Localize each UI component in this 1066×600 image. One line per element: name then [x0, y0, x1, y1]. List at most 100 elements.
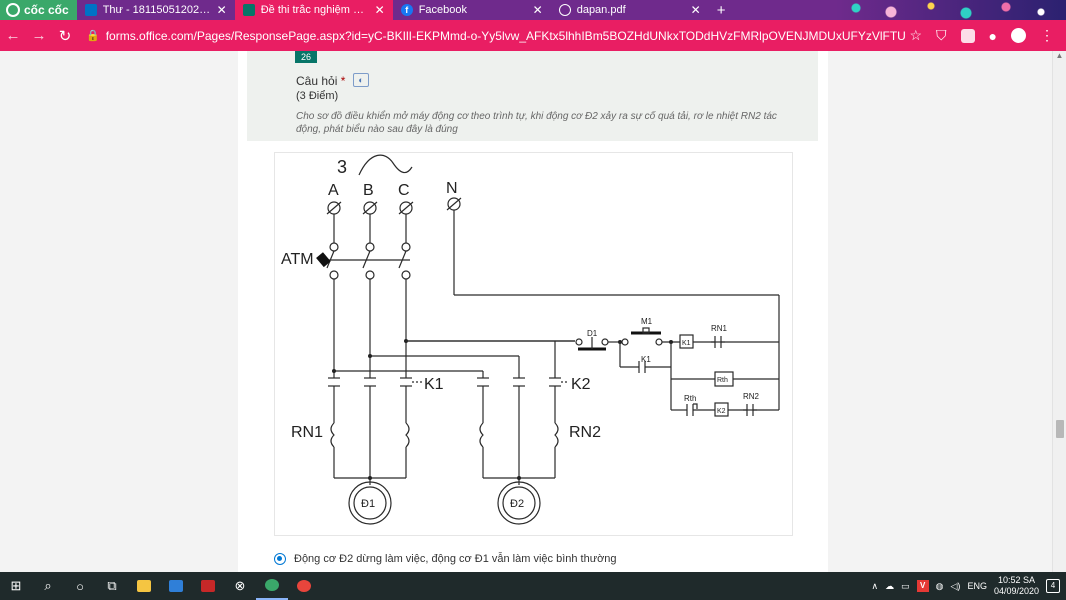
- close-icon[interactable]: ✕: [375, 4, 385, 16]
- reload-icon[interactable]: ↻: [52, 27, 78, 45]
- task-view-icon[interactable]: ⧉: [96, 572, 128, 600]
- globe-icon: [558, 4, 571, 16]
- tab-title: Thư - 1811505120214 - Outlo: [102, 4, 211, 16]
- extension-icon[interactable]: ●: [989, 28, 997, 44]
- windows-start-icon[interactable]: ⊞: [0, 572, 32, 600]
- ctrl-rth-label: Rth: [717, 377, 728, 384]
- contactor-k2-label: K2: [571, 376, 591, 393]
- question-text: Cho sơ đồ điều khiển mở máy động cơ theo…: [296, 111, 777, 135]
- search-icon[interactable]: ⌕: [32, 572, 64, 600]
- tab-title: dapan.pdf: [576, 4, 626, 16]
- system-tray: ∧ ☁ ▭ V ◍ ◁) ENG 10:52 SA 04/09/2020 4: [872, 575, 1066, 597]
- clock[interactable]: 10:52 SA 04/09/2020: [994, 575, 1039, 597]
- coccoc-taskbar-icon[interactable]: [256, 572, 288, 600]
- question-header: 26 Câu hỏi * ◐ (3 Điểm) Cho sơ đồ điều k…: [247, 51, 818, 141]
- brand-label: cốc cốc: [24, 3, 69, 17]
- circuit-diagram-image: 3 A B C N K1 K2 RN1 RN2 Đ1 Đ2 D1 M1 K1 K…: [274, 152, 793, 536]
- immersive-reader-icon[interactable]: ◐: [353, 73, 369, 87]
- clock-date: 04/09/2020: [993, 586, 1039, 596]
- close-icon[interactable]: ✕: [217, 4, 227, 16]
- windows-taskbar: ⊞ ⌕ ○ ⧉ ⊗ ∧ ☁ ▭ V ◍ ◁) ENG 10:52 SA 04/0…: [0, 572, 1066, 600]
- power-wiring: [316, 210, 780, 410]
- language-indicator[interactable]: ENG: [967, 581, 987, 591]
- ctrl-rn2-label: RN2: [743, 392, 760, 401]
- radio-selected-icon[interactable]: [274, 553, 286, 565]
- answer-option[interactable]: Động cơ Đ2 dừng làm việc, động cơ Đ1 vẫn…: [274, 553, 617, 565]
- question-label-text: Câu hỏi: [296, 74, 338, 88]
- motor-d1-label: Đ1: [361, 498, 375, 510]
- breaker-label: ATM: [281, 251, 314, 268]
- page-scrollbar[interactable]: ▲: [1052, 51, 1066, 572]
- question-points: (3 Điểm): [296, 90, 339, 102]
- volume-icon[interactable]: ◁): [951, 581, 961, 592]
- control-circuit: [406, 327, 779, 417]
- back-icon[interactable]: ←: [0, 27, 26, 44]
- line-label-n: N: [446, 180, 458, 197]
- browser-brand-button[interactable]: cốc cốc: [0, 0, 77, 20]
- tab-title: Đề thi trắc nghiệm online Tra: [260, 4, 369, 16]
- chevron-up-icon[interactable]: ∧: [872, 581, 879, 592]
- ctrl-k1-coil-label: K1: [682, 340, 691, 347]
- profile-avatar[interactable]: [1011, 28, 1026, 43]
- notifications-badge[interactable]: 4: [1046, 579, 1060, 593]
- tab-title: Facebook: [418, 4, 468, 16]
- forms-icon: [242, 4, 255, 16]
- sine-wave-icon: [358, 154, 413, 176]
- bookmark-star-icon[interactable]: ☆: [909, 27, 922, 44]
- cortana-icon[interactable]: ○: [64, 572, 96, 600]
- shield-icon[interactable]: ⛉: [936, 27, 947, 44]
- page-content: 26 Câu hỏi * ◐ (3 Điểm) Cho sơ đồ điều k…: [0, 51, 1066, 572]
- ctrl-rn1-label: RN1: [711, 324, 728, 333]
- lock-icon: 🔒: [86, 30, 100, 42]
- line-label-a: A: [328, 182, 339, 199]
- line-label-c: C: [398, 182, 410, 199]
- tab-facebook[interactable]: f Facebook ✕: [393, 0, 551, 20]
- media-app-icon[interactable]: [192, 572, 224, 600]
- line-label-b: B: [363, 182, 374, 199]
- file-explorer-icon[interactable]: [128, 572, 160, 600]
- forward-icon[interactable]: →: [26, 27, 52, 44]
- contactor-k2-contacts: [477, 377, 569, 387]
- outlook-icon: [84, 4, 97, 16]
- mail-icon[interactable]: [160, 572, 192, 600]
- browser-tab-strip: cốc cốc Thư - 1811505120214 - Outlo ✕ Đề…: [0, 0, 1066, 20]
- tab-dapan[interactable]: dapan.pdf ✕: [551, 0, 709, 20]
- clock-time: 10:52 SA: [997, 575, 1035, 585]
- new-tab-button[interactable]: +: [709, 2, 734, 19]
- url-text: forms.office.com/Pages/ResponsePage.aspx…: [105, 28, 906, 43]
- antivirus-icon[interactable]: V: [916, 580, 929, 592]
- motor-wiring: [330, 386, 559, 485]
- ctrl-d1-label: D1: [587, 329, 598, 338]
- xbox-icon[interactable]: ⊗: [224, 572, 256, 600]
- battery-icon[interactable]: ▭: [901, 581, 910, 592]
- chrome-icon[interactable]: [288, 572, 320, 600]
- terminal-group: [326, 197, 462, 215]
- browser-toolbar: ← → ↻ 🔒 forms.office.com/Pages/ResponseP…: [0, 20, 1066, 51]
- tab-outlook[interactable]: Thư - 1811505120214 - Outlo ✕: [77, 0, 235, 20]
- close-icon[interactable]: ✕: [533, 4, 543, 16]
- cloud-icon[interactable]: ☁: [885, 581, 894, 592]
- relay-rn1-label: RN1: [291, 424, 323, 441]
- tab-forms[interactable]: Đề thi trắc nghiệm online Tra ✕: [234, 0, 393, 20]
- contactor-k1-contacts: [328, 377, 422, 387]
- ctrl-m1-label: M1: [641, 317, 653, 326]
- contactor-k1-label: K1: [424, 376, 444, 393]
- required-mark: *: [340, 74, 346, 88]
- download-icon[interactable]: [960, 28, 975, 43]
- question-number-badge: 26: [295, 51, 317, 63]
- relay-rn2-label: RN2: [569, 424, 601, 441]
- scroll-thumb[interactable]: [1056, 420, 1064, 438]
- menu-icon[interactable]: ⋮: [1040, 27, 1054, 44]
- theme-decoration: [836, 0, 1066, 20]
- ctrl-k1-label: K1: [641, 355, 651, 364]
- question-label: Câu hỏi *: [296, 74, 345, 88]
- phase-count-label: 3: [337, 157, 347, 177]
- answer-option-label: Động cơ Đ2 dừng làm việc, động cơ Đ1 vẫn…: [294, 553, 617, 565]
- circuit-diagram: 3 A B C N K1 K2 RN1 RN2 Đ1 Đ2 D1 M1 K1 K…: [281, 154, 780, 525]
- network-icon[interactable]: ◍: [936, 581, 944, 592]
- close-icon[interactable]: ✕: [691, 4, 701, 16]
- address-bar[interactable]: 🔒 forms.office.com/Pages/ResponsePage.as…: [86, 25, 906, 47]
- scroll-up-icon[interactable]: ▲: [1053, 51, 1066, 63]
- facebook-icon: f: [400, 4, 413, 16]
- ctrl-k2-coil-label: K2: [717, 408, 726, 415]
